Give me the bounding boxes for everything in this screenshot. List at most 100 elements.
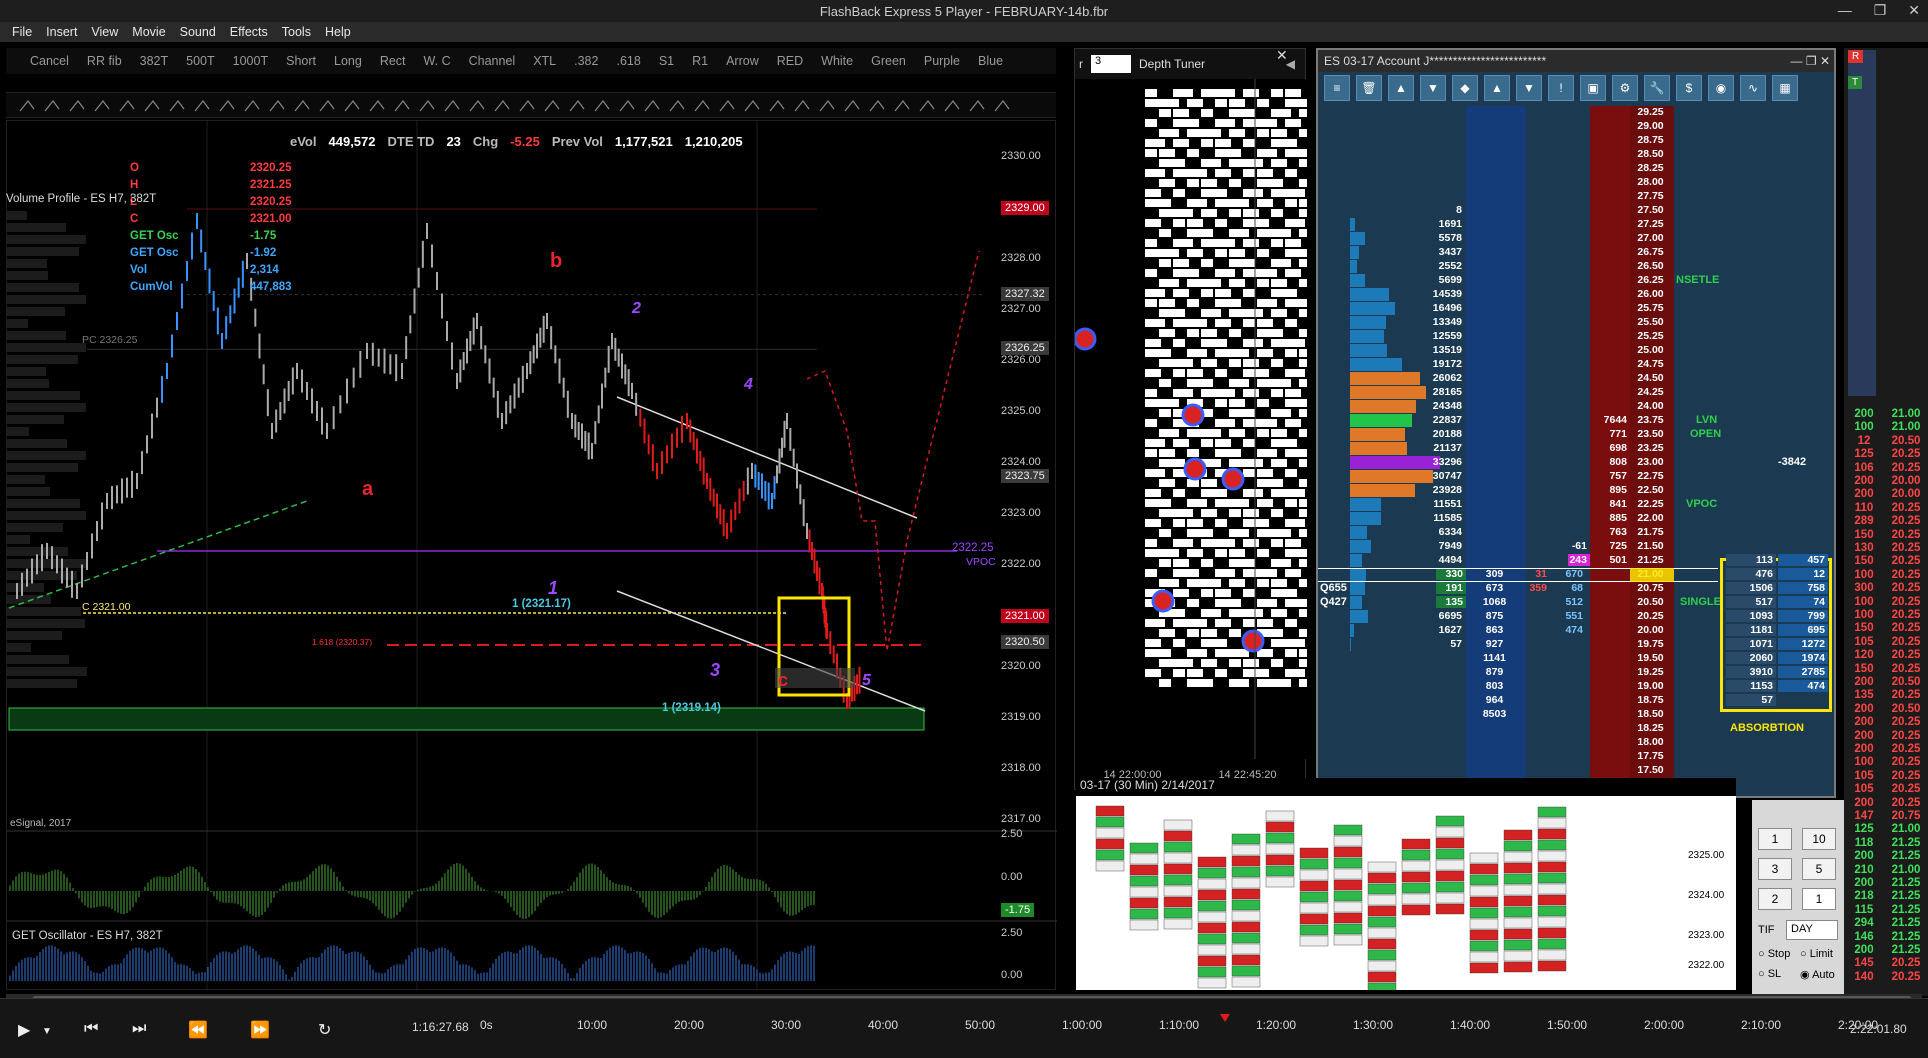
dom-price[interactable]: 23.25 <box>1630 442 1674 454</box>
qty-2-button[interactable]: 2 <box>1758 888 1792 910</box>
rewind-icon[interactable]: ⏪ <box>188 1020 208 1040</box>
timeline[interactable]: 0s 10:00 20:00 30:00 40:00 50:00 1:00:00 1:10:0… <box>480 1014 1900 1038</box>
depth-close-icon[interactable]: ✕ <box>1276 47 1288 64</box>
tool-s1[interactable]: S1 <box>659 54 674 68</box>
stop-radio[interactable]: ○ Stop <box>1758 948 1790 960</box>
skip-start-icon[interactable]: ⏮ <box>84 1020 98 1038</box>
qty-1-button[interactable]: 1 <box>1758 828 1792 850</box>
dom-price[interactable]: 22.50 <box>1630 484 1674 496</box>
qty-10-button[interactable]: 10 <box>1802 828 1836 850</box>
dom-tool-icon[interactable]: ▲ <box>1484 75 1510 101</box>
drawing-tools-icons[interactable] <box>6 93 1056 119</box>
dom-tool-icon[interactable]: $ <box>1676 75 1702 101</box>
dom-tool-icon[interactable]: ◆ <box>1452 75 1478 101</box>
menu-file[interactable]: File <box>12 25 32 39</box>
dom-price[interactable]: 26.75 <box>1630 246 1674 258</box>
ask-volume[interactable]: 841 <box>1590 498 1630 510</box>
dom-price[interactable]: 28.75 <box>1630 134 1674 146</box>
tool-arrow[interactable]: Arrow <box>726 54 759 68</box>
dom-tool-icon[interactable]: ⚙ <box>1612 75 1638 101</box>
tool--382[interactable]: .382 <box>574 54 598 68</box>
sl-radio[interactable]: ○ SL <box>1758 968 1781 980</box>
ask-volume[interactable]: 808 <box>1590 456 1630 468</box>
dom-price[interactable]: 27.00 <box>1630 232 1674 244</box>
tool-green[interactable]: Green <box>871 54 906 68</box>
ask-volume[interactable]: 763 <box>1590 526 1630 538</box>
dom-tool-icon[interactable]: ◉ <box>1708 75 1734 101</box>
dom-tool-icon[interactable]: ▣ <box>1580 75 1606 101</box>
ask-volume[interactable]: 757 <box>1590 470 1630 482</box>
bid-volume[interactable]: 8503 <box>1466 708 1526 720</box>
close-icon[interactable]: ✕ <box>1908 2 1920 19</box>
tool-cancel[interactable]: Cancel <box>30 54 69 68</box>
dom-price[interactable]: 25.75 <box>1630 302 1674 314</box>
tool-short[interactable]: Short <box>286 54 316 68</box>
menu-effects[interactable]: Effects <box>230 25 268 39</box>
tool-382t[interactable]: 382T <box>140 54 169 68</box>
r-icon[interactable]: R <box>1848 50 1864 63</box>
tool-500t[interactable]: 500T <box>186 54 215 68</box>
tool-xtl[interactable]: XTL <box>533 54 556 68</box>
dom-price[interactable]: 29.25 <box>1630 106 1674 118</box>
dom-price[interactable]: 27.75 <box>1630 190 1674 202</box>
dom-price[interactable]: 28.25 <box>1630 162 1674 174</box>
menu-sound[interactable]: Sound <box>180 25 216 39</box>
dom-price[interactable]: 21.75 <box>1630 526 1674 538</box>
menu-insert[interactable]: Insert <box>46 25 77 39</box>
dom-price[interactable]: 24.00 <box>1630 400 1674 412</box>
dom-price[interactable]: 20.75 <box>1630 582 1674 594</box>
tool-1000t[interactable]: 1000T <box>233 54 268 68</box>
dom-tool-icon[interactable]: 🔧 <box>1644 75 1670 101</box>
dom-price[interactable]: 19.50 <box>1630 652 1674 664</box>
dom-price[interactable]: 25.25 <box>1630 330 1674 342</box>
tool-blue[interactable]: Blue <box>978 54 1003 68</box>
dom-price[interactable]: 18.75 <box>1630 694 1674 706</box>
dom-price[interactable]: 20.00 <box>1630 624 1674 636</box>
ask-volume[interactable]: 885 <box>1590 512 1630 524</box>
dom-tool-icon[interactable]: ≡ <box>1324 75 1350 101</box>
tool-w-c[interactable]: W. C <box>424 54 451 68</box>
dom-window-controls[interactable]: — ❐ ✕ <box>1791 54 1830 68</box>
dom-price[interactable]: 17.75 <box>1630 750 1674 762</box>
dom-price[interactable]: 22.25 <box>1630 498 1674 510</box>
dom-price[interactable]: 20.50 <box>1630 596 1674 608</box>
bid-volume[interactable]: 875 <box>1466 610 1526 622</box>
dom-price[interactable]: 23.00 <box>1630 456 1674 468</box>
bid-volume[interactable]: 803 <box>1466 680 1526 692</box>
bid-volume[interactable]: 879 <box>1466 666 1526 678</box>
dom-price[interactable]: 17.50 <box>1630 764 1674 776</box>
menu-movie[interactable]: Movie <box>132 25 165 39</box>
dom-price[interactable]: 22.00 <box>1630 512 1674 524</box>
tool-rr-fib[interactable]: RR fib <box>87 54 122 68</box>
menu-view[interactable]: View <box>91 25 118 39</box>
dom-price[interactable]: 18.00 <box>1630 736 1674 748</box>
tool-channel[interactable]: Channel <box>469 54 516 68</box>
dom-price[interactable]: 21.50 <box>1630 540 1674 552</box>
ask-volume[interactable]: 698 <box>1590 442 1630 454</box>
play-dropdown-icon[interactable]: ▼ <box>42 1026 52 1037</box>
dom-price[interactable]: 24.75 <box>1630 358 1674 370</box>
dom-price[interactable]: 21.25 <box>1630 554 1674 566</box>
forward-icon[interactable]: ⏩ <box>250 1020 270 1040</box>
dom-tool-icon[interactable]: 🗑 <box>1356 75 1382 101</box>
ask-volume[interactable]: 771 <box>1590 428 1630 440</box>
dom-price[interactable]: 22.75 <box>1630 470 1674 482</box>
tool-red[interactable]: RED <box>777 54 803 68</box>
dom-price[interactable]: 27.25 <box>1630 218 1674 230</box>
bid-volume[interactable]: 1141 <box>1466 652 1526 664</box>
dom-tool-icon[interactable]: ▲ <box>1388 75 1414 101</box>
dom-price[interactable]: 25.00 <box>1630 344 1674 356</box>
tool-r1[interactable]: R1 <box>692 54 708 68</box>
tool-white[interactable]: White <box>821 54 853 68</box>
ask-volume[interactable]: 895 <box>1590 484 1630 496</box>
auto-radio[interactable]: ◉ Auto <box>1800 968 1835 981</box>
loop-icon[interactable]: ↻ <box>318 1020 331 1040</box>
bid-volume[interactable]: 673 <box>1466 582 1526 594</box>
restore-icon[interactable]: ❐ <box>1874 2 1887 19</box>
dom-price[interactable]: 19.75 <box>1630 638 1674 650</box>
dom-tool-icon[interactable]: ▼ <box>1420 75 1446 101</box>
dom-price[interactable]: 28.00 <box>1630 176 1674 188</box>
dom-price[interactable]: 28.50 <box>1630 148 1674 160</box>
dom-ladder[interactable]: 309 673 1068 875 863 927 1141 879 803 964 8503 7644… <box>1318 106 1838 796</box>
dom-price[interactable]: 23.75 <box>1630 414 1674 426</box>
